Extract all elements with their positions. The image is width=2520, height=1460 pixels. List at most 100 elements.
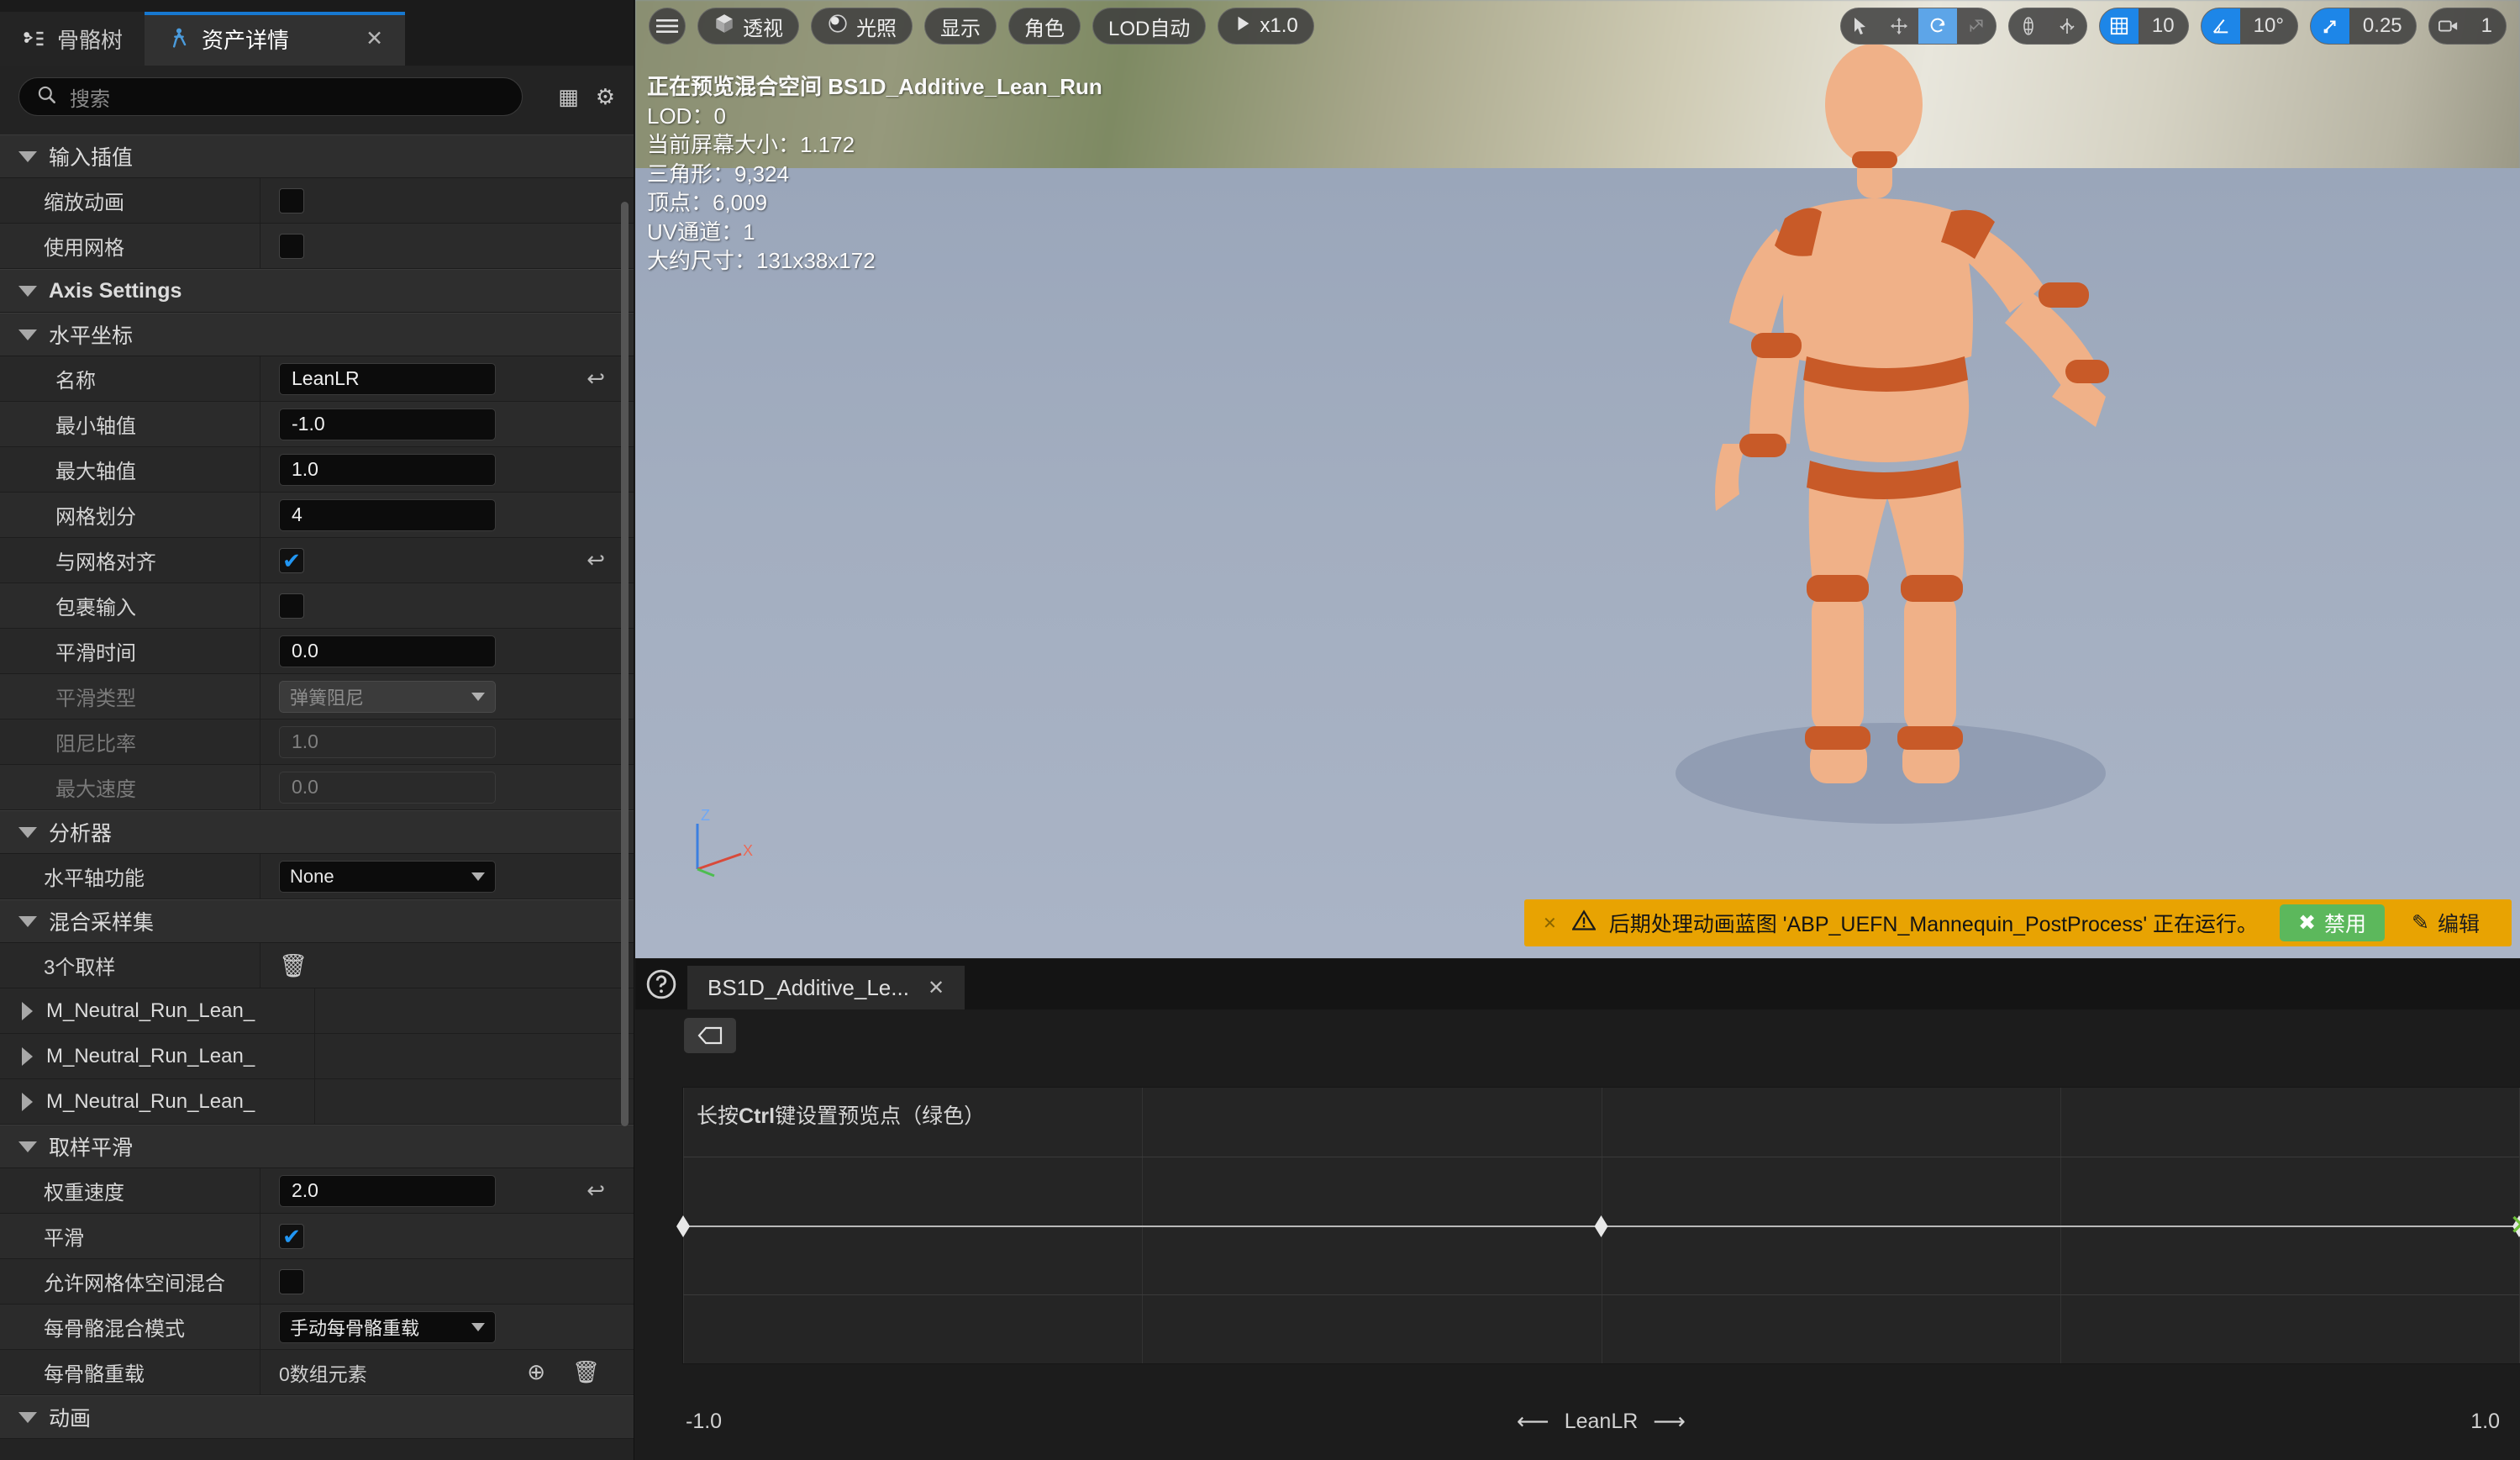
property-text-input[interactable]: LeanLR	[279, 362, 496, 395]
property-checkbox[interactable]	[279, 1268, 304, 1294]
property-text-input[interactable]: 1.0	[279, 725, 496, 758]
sample-list-item[interactable]: M_Neutral_Run_Lean_Po:	[0, 1034, 634, 1079]
blendspace-plot[interactable]: 长按Ctrl键设置预览点（绿色） ✕	[676, 1087, 2520, 1364]
property-row[interactable]: 权重速度 2.0 ↩	[0, 1168, 634, 1214]
property-row[interactable]: 平滑	[0, 1214, 634, 1259]
section-header[interactable]: 混合采样集	[0, 899, 634, 943]
perspective-button[interactable]: 透视	[697, 8, 799, 45]
lod-button[interactable]: LOD自动	[1092, 8, 1207, 45]
blendspace-sample-point[interactable]	[676, 1215, 690, 1237]
property-row[interactable]: 最小轴值 -1.0	[0, 402, 634, 447]
revert-icon[interactable]: ↩	[587, 547, 605, 573]
lighting-button[interactable]: 光照	[811, 8, 913, 45]
property-row[interactable]: 缩放动画	[0, 178, 634, 224]
post-process-warning-bar[interactable]: ✕ 后期处理动画蓝图 'ABP_UEFN_Mannequin_PostProce…	[1524, 899, 2512, 946]
expand-caret-icon[interactable]	[18, 329, 37, 340]
disable-postprocess-button[interactable]: ✖ 禁用	[2280, 904, 2386, 941]
property-text-input[interactable]: 1.0	[279, 453, 496, 486]
revert-icon[interactable]: ↩	[587, 1178, 605, 1204]
column-settings-icon[interactable]: ▦	[558, 84, 579, 110]
scale-tool-icon[interactable]	[1957, 8, 1996, 44]
expand-caret-icon[interactable]	[18, 150, 37, 162]
property-row[interactable]: 阻尼比率 1.0	[0, 719, 634, 765]
property-text-input[interactable]: 0.0	[279, 771, 496, 804]
angle-icon[interactable]	[2201, 8, 2240, 44]
clear-array-icon[interactable]: 🗑	[572, 1359, 600, 1385]
property-checkbox[interactable]	[279, 233, 304, 259]
preview-viewport[interactable]: 透视 光照 显示 角色 LOD自动 x1.0 10 10° 0.25 1 正在预…	[635, 0, 2520, 958]
select-tool-icon[interactable]	[1841, 8, 1880, 44]
property-row[interactable]: 使用网格	[0, 224, 634, 269]
angle-snap-value[interactable]: 10°	[2240, 8, 2297, 44]
property-row[interactable]: 允许网格体空间混合	[0, 1259, 634, 1305]
property-dropdown[interactable]: None	[279, 860, 496, 893]
property-checkbox[interactable]	[279, 547, 304, 573]
section-header[interactable]: 水平坐标	[0, 313, 634, 356]
section-header[interactable]: 取样平滑	[0, 1125, 634, 1168]
camera-speed-value[interactable]: 1	[2468, 8, 2506, 44]
graph-tab[interactable]: BS1D_Additive_Le... ✕	[687, 966, 965, 1009]
expand-caret-icon[interactable]	[18, 915, 37, 927]
expand-caret-icon[interactable]	[18, 1411, 37, 1423]
property-row[interactable]: 包裹输入	[0, 583, 634, 629]
edit-postprocess-button[interactable]: ✎ 编辑	[2398, 908, 2493, 938]
tab-skeleton-tree[interactable]: 骨骼树	[0, 12, 145, 66]
expand-caret-icon[interactable]	[22, 1092, 33, 1111]
property-row[interactable]: 最大速度 0.0	[0, 765, 634, 810]
scale-snap-value[interactable]: 0.25	[2349, 8, 2416, 44]
section-header[interactable]: 动画	[0, 1395, 634, 1439]
expand-caret-icon[interactable]	[18, 826, 37, 838]
section-header[interactable]: 分析器	[0, 810, 634, 854]
expand-caret-icon[interactable]	[22, 1001, 33, 1020]
property-checkbox[interactable]	[279, 187, 304, 213]
property-row[interactable]: 与网格对齐 ↩	[0, 538, 634, 583]
expand-caret-icon[interactable]	[22, 1046, 33, 1066]
property-row[interactable]: 每骨骼重载 0数组元素 ⊕ 🗑	[0, 1350, 634, 1395]
property-row[interactable]: 水平轴功能 None	[0, 854, 634, 899]
warning-close-icon[interactable]: ✕	[1543, 913, 1557, 934]
property-checkbox[interactable]	[279, 593, 304, 619]
property-row[interactable]: 名称 LeanLR ↩	[0, 356, 634, 402]
move-tool-icon[interactable]	[1880, 8, 1918, 44]
property-row[interactable]: 平滑时间 0.0	[0, 629, 634, 674]
close-icon[interactable]: ✕	[340, 26, 383, 51]
property-row[interactable]: 网格划分 4	[0, 493, 634, 538]
search-input[interactable]: 搜索	[18, 77, 523, 116]
settings-gear-icon[interactable]: ⚙	[596, 84, 615, 110]
property-list[interactable]: 输入插值 缩放动画 使用网格 Axis Settings 水平坐标 名称 LeanLR ↩ 最小…	[0, 134, 634, 1460]
property-dropdown[interactable]: 手动每骨骼重载	[279, 1310, 496, 1343]
property-row[interactable]: 每骨骼混合模式 手动每骨骼重载	[0, 1305, 634, 1350]
section-header[interactable]: 输入插值	[0, 134, 634, 178]
property-row[interactable]: 3个取样 🗑	[0, 943, 634, 988]
angle-snap[interactable]: 10°	[2200, 8, 2298, 45]
grid-snap-value[interactable]: 10	[2139, 8, 2188, 44]
blendspace-graph-panel[interactable]: BS1D_Additive_Le... ✕ 长按Ctrl键设置预览点（绿色） ✕…	[635, 959, 2520, 1460]
property-text-input[interactable]: 4	[279, 498, 496, 531]
world-coords-icon[interactable]	[2009, 8, 2048, 44]
tab-asset-details[interactable]: 资产详情 ✕	[145, 12, 406, 66]
sample-list-item[interactable]: M_Neutral_Run_Lean_Po:	[0, 1079, 634, 1125]
preview-point-marker[interactable]: ✕	[2509, 1211, 2520, 1240]
coordinate-tools-group[interactable]	[2007, 8, 2087, 45]
property-checkbox[interactable]	[279, 1223, 304, 1249]
menu-icon[interactable]	[649, 8, 686, 45]
surface-snap-icon[interactable]	[2048, 8, 2086, 44]
revert-icon[interactable]: ↩	[587, 366, 605, 392]
scale-icon[interactable]	[2310, 8, 2349, 44]
scale-snap[interactable]: 0.25	[2309, 8, 2417, 45]
help-circle-icon[interactable]	[635, 959, 687, 1009]
show-button[interactable]: 显示	[924, 8, 997, 45]
playrate-button[interactable]: x1.0	[1218, 8, 1314, 45]
camera-icon[interactable]	[2429, 8, 2468, 44]
add-element-icon[interactable]: ⊕	[527, 1359, 545, 1385]
expand-caret-icon[interactable]	[18, 1141, 37, 1152]
viewport-toolbar[interactable]: 透视 光照 显示 角色 LOD自动 x1.0 10 10° 0.25 1	[635, 0, 2520, 52]
property-row[interactable]: 平滑类型 弹簧阻尼	[0, 674, 634, 719]
sample-list-item[interactable]: M_Neutral_Run_Lean_Po:	[0, 988, 634, 1034]
graph-tab-close-icon[interactable]: ✕	[928, 976, 944, 1000]
panel-scrollbar[interactable]	[621, 202, 629, 1126]
grid-icon[interactable]	[2099, 8, 2139, 44]
camera-speed[interactable]: 1	[2428, 8, 2507, 45]
preview-toggle-button[interactable]	[684, 1018, 736, 1053]
property-text-input[interactable]: -1.0	[279, 408, 496, 440]
